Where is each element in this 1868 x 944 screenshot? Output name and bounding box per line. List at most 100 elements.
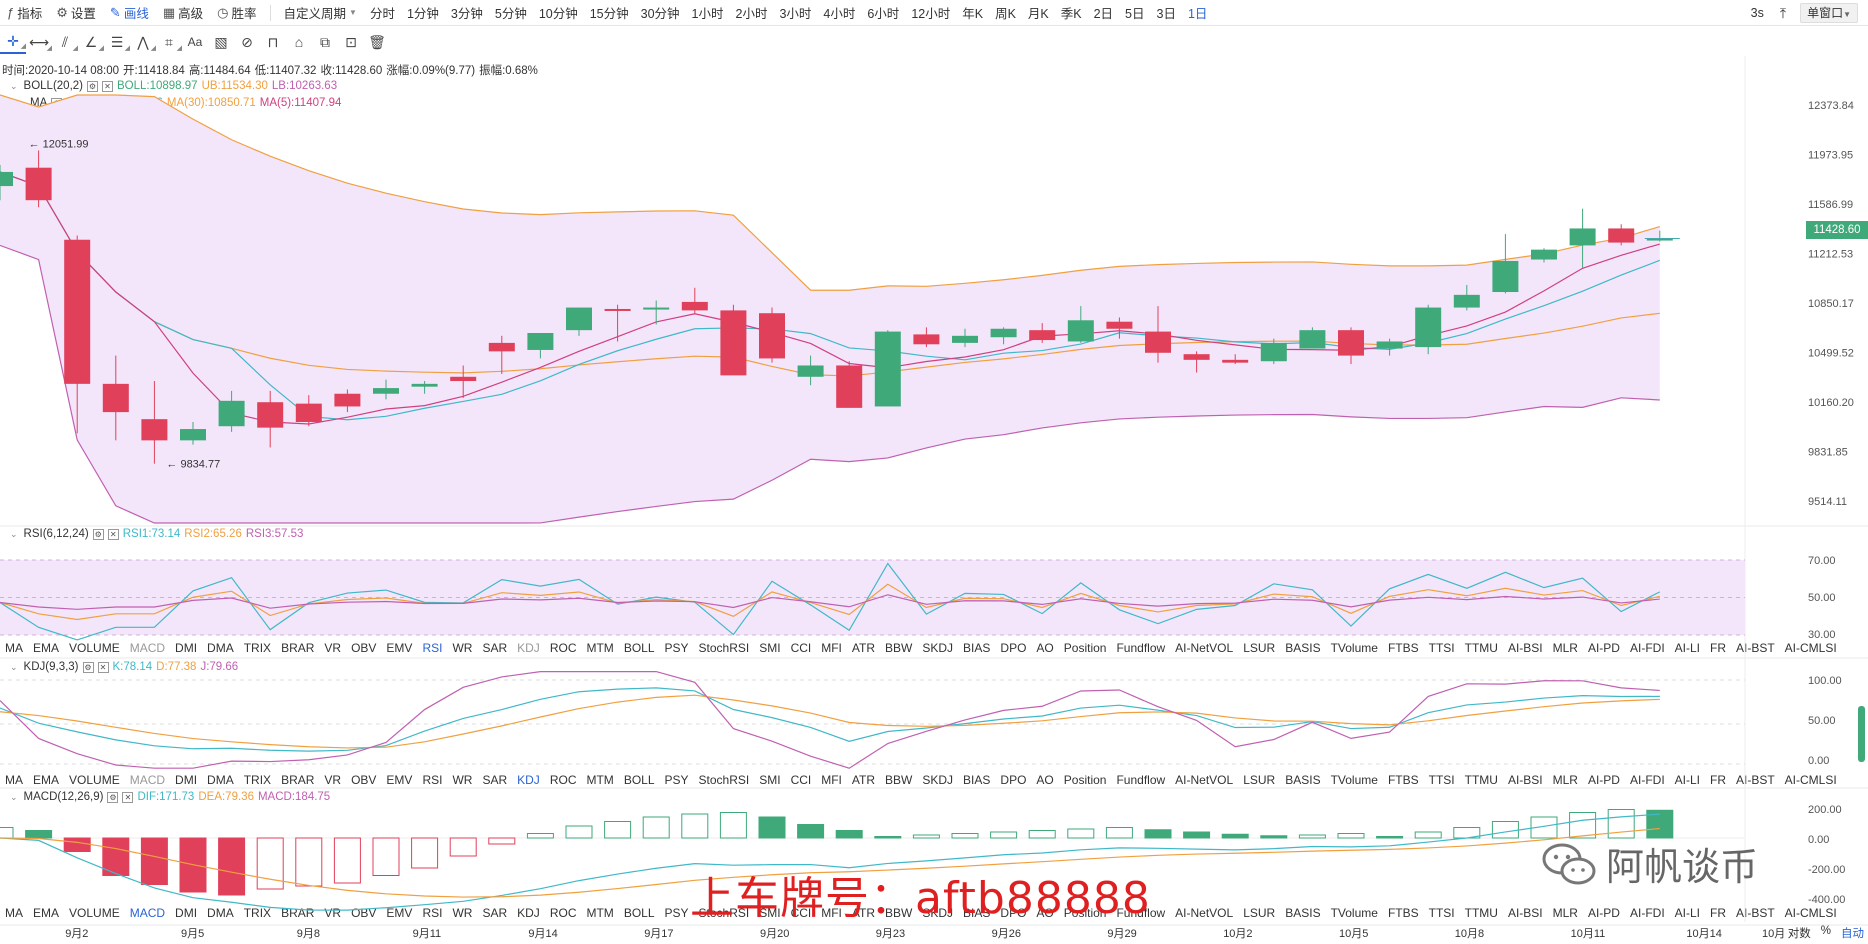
indicator-tab-obv[interactable]: OBV bbox=[346, 773, 381, 787]
indicator-tab-mlr[interactable]: MLR bbox=[1548, 773, 1583, 787]
indicator-tab-ttmu[interactable]: TTMU bbox=[1460, 906, 1503, 920]
indicator-tab-mtm[interactable]: MTM bbox=[581, 641, 618, 655]
interval-6[interactable]: 30分钟 bbox=[635, 3, 686, 22]
indicator-tab-mtm[interactable]: MTM bbox=[581, 906, 618, 920]
indicator-tab-lsur[interactable]: LSUR bbox=[1238, 773, 1280, 787]
collapse-chevron-icon[interactable]: ⌄ bbox=[10, 662, 18, 673]
indicator-tab-fr[interactable]: FR bbox=[1705, 641, 1731, 655]
indicator-tab-rsi[interactable]: RSI bbox=[417, 906, 447, 920]
percent-scale-toggle[interactable]: % bbox=[1821, 925, 1831, 941]
indicator-tab-dma[interactable]: DMA bbox=[202, 773, 239, 787]
indicator-tab-fr[interactable]: FR bbox=[1705, 773, 1731, 787]
measure-tool-icon[interactable]: ⊘ bbox=[234, 30, 260, 54]
winrate-button[interactable]: ◷ 胜率 bbox=[210, 0, 263, 26]
draw-button[interactable]: ✎ 画线 bbox=[103, 0, 156, 26]
indicator-tab-volume[interactable]: VOLUME bbox=[64, 641, 125, 655]
interval-9[interactable]: 3小时 bbox=[773, 3, 817, 22]
indicator-tab-kdj[interactable]: KDJ bbox=[512, 906, 545, 920]
custom-period-dropdown[interactable]: 自定义周期 ▼ bbox=[277, 0, 364, 26]
indicator-tab-fr[interactable]: FR bbox=[1705, 906, 1731, 920]
indicator-tab-ma[interactable]: MA bbox=[0, 641, 28, 655]
indicator-tab-ema[interactable]: EMA bbox=[28, 773, 64, 787]
indicator-tab-ttmu[interactable]: TTMU bbox=[1460, 773, 1503, 787]
indicator-tab-ai-netvol[interactable]: AI-NetVOL bbox=[1170, 906, 1238, 920]
indicator-tab-tvolume[interactable]: TVolume bbox=[1326, 641, 1383, 655]
indicator-tab-ai-bst[interactable]: AI-BST bbox=[1731, 773, 1780, 787]
parallel-lines-tool-icon[interactable]: ☰ ◢ bbox=[104, 30, 130, 54]
indicator-tab-psy[interactable]: PSY bbox=[660, 773, 694, 787]
interval-18[interactable]: 5日 bbox=[1119, 3, 1150, 22]
indicator-tab-roc[interactable]: ROC bbox=[545, 906, 582, 920]
indicator-tab-vr[interactable]: VR bbox=[319, 773, 346, 787]
indicator-tab-dpo[interactable]: DPO bbox=[995, 641, 1031, 655]
indicator-tab-sar[interactable]: SAR bbox=[477, 641, 512, 655]
interval-13[interactable]: 年K bbox=[956, 3, 989, 22]
indicator-tab-mlr[interactable]: MLR bbox=[1548, 906, 1583, 920]
indicator-tab-psy[interactable]: PSY bbox=[660, 906, 694, 920]
indicator-tab-ma[interactable]: MA bbox=[0, 773, 28, 787]
trend-line-tool-icon[interactable]: ⫽ ◢ bbox=[52, 30, 78, 54]
interval-17[interactable]: 2日 bbox=[1088, 3, 1119, 22]
wave-tool-icon[interactable]: ⋀ ◢ bbox=[130, 30, 156, 54]
indicator-tab-ai-cmlsi[interactable]: AI-CMLSI bbox=[1780, 641, 1842, 655]
layout-dropdown[interactable]: 单窗口▼ bbox=[1800, 3, 1858, 23]
indicator-tab-fundflow[interactable]: Fundflow bbox=[1111, 773, 1170, 787]
indicator-tab-boll[interactable]: BOLL bbox=[619, 773, 660, 787]
indicator-tab-ftbs[interactable]: FTBS bbox=[1383, 773, 1424, 787]
interval-15[interactable]: 月K bbox=[1022, 3, 1055, 22]
indicator-tab-ai-bst[interactable]: AI-BST bbox=[1731, 641, 1780, 655]
indicator-tab-trix[interactable]: TRIX bbox=[239, 773, 276, 787]
indicator-tab-smi[interactable]: SMI bbox=[754, 641, 785, 655]
indicator-tab-rsi[interactable]: RSI bbox=[417, 773, 447, 787]
interval-8[interactable]: 2小时 bbox=[730, 3, 774, 22]
indicator-tab-obv[interactable]: OBV bbox=[346, 641, 381, 655]
collapse-chevron-icon[interactable]: ⌄ bbox=[10, 529, 18, 540]
indicator-tab-ai-bsi[interactable]: AI-BSI bbox=[1503, 906, 1548, 920]
indicator-tab-wr[interactable]: WR bbox=[447, 906, 477, 920]
advanced-button[interactable]: ▦ 高级 bbox=[156, 0, 210, 26]
indicator-tab-lsur[interactable]: LSUR bbox=[1238, 906, 1280, 920]
interval-4[interactable]: 10分钟 bbox=[533, 3, 584, 22]
angle-tool-icon[interactable]: ∠ ◢ bbox=[78, 30, 104, 54]
magnet-tool-icon[interactable]: ⊓ bbox=[260, 30, 286, 54]
indicator-tab-ai-cmlsi[interactable]: AI-CMLSI bbox=[1780, 906, 1842, 920]
indicator-tab-sar[interactable]: SAR bbox=[477, 906, 512, 920]
indicator-tab-lsur[interactable]: LSUR bbox=[1238, 641, 1280, 655]
indicator-button[interactable]: ƒ 指标 bbox=[0, 0, 49, 26]
indicator-tab-ttmu[interactable]: TTMU bbox=[1460, 641, 1503, 655]
interval-16[interactable]: 季K bbox=[1055, 3, 1088, 22]
indicator-tab-ao[interactable]: AO bbox=[1031, 641, 1058, 655]
indicator-tab-dmi[interactable]: DMI bbox=[170, 906, 202, 920]
interval-2[interactable]: 3分钟 bbox=[445, 3, 489, 22]
interval-12[interactable]: 12小时 bbox=[905, 3, 956, 22]
close-icon[interactable]: ✕ bbox=[102, 80, 113, 92]
indicator-tab-emv[interactable]: EMV bbox=[381, 773, 417, 787]
indicator-tab-wr[interactable]: WR bbox=[447, 641, 477, 655]
trash-icon[interactable]: 🗑 bbox=[364, 30, 390, 54]
indicator-tab-atr[interactable]: ATR bbox=[847, 773, 880, 787]
hide-drawings-icon[interactable]: ⊡ bbox=[338, 30, 364, 54]
indicator-tab-ai-netvol[interactable]: AI-NetVOL bbox=[1170, 773, 1238, 787]
indicator-tab-ai-fdi[interactable]: AI-FDI bbox=[1625, 641, 1670, 655]
indicator-tab-basis[interactable]: BASIS bbox=[1280, 773, 1325, 787]
indicator-tab-tvolume[interactable]: TVolume bbox=[1326, 906, 1383, 920]
indicator-tab-ai-pd[interactable]: AI-PD bbox=[1583, 773, 1625, 787]
indicator-tab-macd[interactable]: MACD bbox=[125, 773, 170, 787]
indicator-tab-smi[interactable]: SMI bbox=[754, 773, 785, 787]
interval-20[interactable]: 1日 bbox=[1182, 3, 1213, 22]
indicator-tab-basis[interactable]: BASIS bbox=[1280, 906, 1325, 920]
indicator-tab-macd[interactable]: MACD bbox=[125, 641, 170, 655]
indicator-tab-stochrsi[interactable]: StochRSI bbox=[694, 641, 755, 655]
indicator-tab-roc[interactable]: ROC bbox=[545, 773, 582, 787]
indicator-tab-bbw[interactable]: BBW bbox=[880, 773, 917, 787]
indicator-tab-ftbs[interactable]: FTBS bbox=[1383, 641, 1424, 655]
indicator-tab-brar[interactable]: BRAR bbox=[276, 641, 319, 655]
indicator-tab-emv[interactable]: EMV bbox=[381, 906, 417, 920]
indicator-tab-vr[interactable]: VR bbox=[319, 641, 346, 655]
collapse-chevron-icon[interactable]: ⌄ bbox=[10, 792, 18, 803]
indicator-tab-brar[interactable]: BRAR bbox=[276, 773, 319, 787]
close-icon[interactable]: ✕ bbox=[107, 528, 119, 540]
indicator-tab-emv[interactable]: EMV bbox=[381, 641, 417, 655]
settings-icon[interactable]: ⚙ bbox=[107, 791, 119, 803]
indicator-tab-kdj[interactable]: KDJ bbox=[512, 641, 545, 655]
